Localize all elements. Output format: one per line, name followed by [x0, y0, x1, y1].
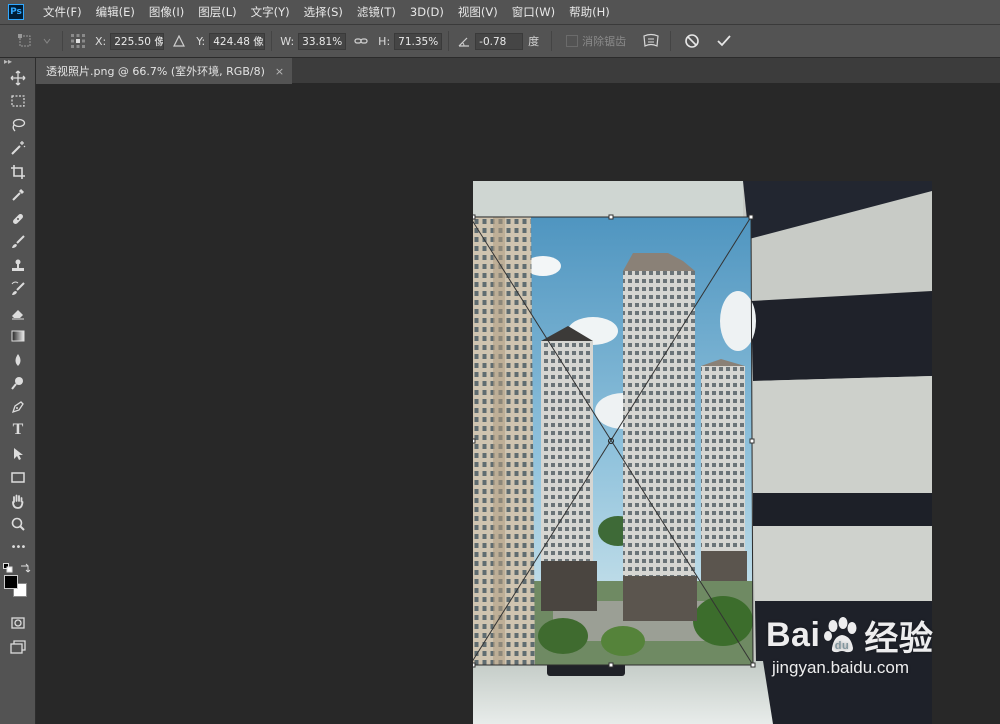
height-field[interactable]: 71.35% [394, 32, 443, 50]
w-label: W: [280, 34, 295, 48]
reference-point-icon[interactable] [69, 32, 87, 50]
transform-handle-top-right[interactable] [748, 214, 754, 220]
panel-collapse-icon[interactable]: ▸▸ [0, 58, 35, 66]
menu-select[interactable]: 选择(S) [297, 4, 350, 20]
menu-view[interactable]: 视图(V) [451, 4, 505, 20]
rectangle-tool-icon[interactable] [0, 466, 36, 490]
menu-image[interactable]: 图像(I) [142, 4, 191, 20]
color-swatches [0, 560, 35, 612]
lasso-tool-icon[interactable] [0, 113, 36, 137]
watermark-brand-left: Bai [766, 616, 821, 654]
angle-unit: 度 [528, 35, 540, 48]
width-field[interactable]: 33.81% [298, 32, 347, 50]
move-tool-icon[interactable] [0, 66, 36, 90]
transform-handle-top[interactable] [608, 214, 614, 220]
cancel-transform-icon[interactable] [683, 32, 701, 50]
quick-mask-icon[interactable] [0, 612, 36, 636]
menu-filter[interactable]: 滤镜(T) [350, 4, 403, 20]
pen-tool-icon[interactable] [0, 395, 36, 419]
gradient-tool-icon[interactable] [0, 325, 36, 349]
menu-edit[interactable]: 编辑(E) [89, 4, 142, 20]
transform-handle-bottom-left[interactable] [473, 662, 476, 668]
screen-mode-icon[interactable] [0, 635, 36, 659]
anti-alias-label: 消除锯齿 [582, 35, 627, 48]
commit-transform-icon[interactable] [715, 32, 733, 50]
photoshop-logo: Ps [8, 4, 24, 20]
svg-text:du: du [835, 640, 849, 652]
document-tab-bar: 透视照片.png @ 66.7% (室外环境, RGB/8) × [36, 58, 1000, 84]
transform-handle-top-left[interactable] [473, 214, 476, 220]
document-tab[interactable]: 透视照片.png @ 66.7% (室外环境, RGB/8) × [36, 58, 293, 84]
menu-layer[interactable]: 图层(L) [191, 4, 243, 20]
separator [670, 31, 672, 51]
eyedropper-tool-icon[interactable] [0, 184, 36, 208]
brush-tool-icon[interactable] [0, 231, 36, 255]
rotate-angle-field[interactable]: -0.78 [475, 32, 524, 50]
y-label: Y: [196, 34, 206, 48]
transform-handle-bottom[interactable] [608, 662, 614, 668]
transform-handle-left[interactable] [473, 438, 476, 444]
baidu-jingyan-watermark: Bai du 经验 jingyan.baidu.com [766, 611, 933, 678]
transform-handle-right[interactable] [749, 438, 755, 444]
swap-colors-icon[interactable] [19, 562, 31, 574]
paw-icon: du [824, 616, 857, 652]
menu-help[interactable]: 帮助(H) [562, 4, 617, 20]
relative-position-icon[interactable] [170, 32, 188, 50]
y-position-field[interactable]: 424.48 像素 [209, 32, 266, 50]
tools-panel: ▸▸ T ••• [0, 58, 36, 724]
separator [551, 31, 553, 51]
path-selection-tool-icon[interactable] [0, 442, 36, 466]
marquee-tool-icon[interactable] [0, 90, 36, 114]
hand-tool-icon[interactable] [0, 489, 36, 513]
menu-type[interactable]: 文字(Y) [244, 4, 297, 20]
link-icon[interactable] [352, 32, 370, 50]
x-label: X: [95, 34, 107, 48]
h-label: H: [378, 34, 391, 48]
menu-bar: Ps 文件(F) 编辑(E) 图像(I) 图层(L) 文字(Y) 选择(S) 滤… [0, 0, 1000, 24]
transform-handle-bottom-right[interactable] [750, 662, 756, 668]
warp-mode-icon[interactable] [642, 32, 660, 50]
separator [448, 31, 450, 51]
zoom-tool-icon[interactable] [0, 513, 36, 537]
canvas-area[interactable]: Bai du 经验 jingyan.baidu.com [36, 84, 1000, 724]
transform-tool-icon[interactable] [16, 32, 34, 50]
options-bar: X: 225.50 像素 Y: 424.48 像素 W: 33.81% H: 7… [0, 24, 1000, 58]
blur-tool-icon[interactable] [0, 348, 36, 372]
magic-wand-tool-icon[interactable] [0, 137, 36, 161]
history-brush-tool-icon[interactable] [0, 278, 36, 302]
menu-window[interactable]: 窗口(W) [505, 4, 562, 20]
type-tool-icon[interactable]: T [0, 419, 36, 443]
more-tools-icon[interactable]: ••• [0, 536, 36, 560]
crop-tool-icon[interactable] [0, 160, 36, 184]
foreground-color-swatch[interactable] [4, 574, 18, 589]
anti-alias-checkbox[interactable] [566, 35, 579, 47]
clone-stamp-tool-icon[interactable] [0, 254, 36, 278]
separator [271, 31, 273, 51]
default-colors-icon[interactable] [3, 562, 13, 573]
separator [62, 31, 63, 51]
watermark-brand-right: 经验 [864, 620, 934, 658]
rotate-angle-icon [455, 32, 473, 50]
close-tab-icon[interactable]: × [275, 65, 284, 78]
menu-file[interactable]: 文件(F) [36, 4, 89, 20]
eraser-tool-icon[interactable] [0, 301, 36, 325]
menu-3d[interactable]: 3D(D) [403, 5, 451, 19]
dodge-tool-icon[interactable] [0, 372, 36, 396]
tool-preset-chevron-icon[interactable] [38, 32, 56, 50]
transform-reference-point[interactable] [608, 438, 614, 444]
healing-brush-tool-icon[interactable] [0, 207, 36, 231]
watermark-url: jingyan.baidu.com [772, 658, 910, 677]
x-position-field[interactable]: 225.50 像素 [110, 32, 165, 50]
document-title: 透视照片.png @ 66.7% (室外环境, RGB/8) [46, 65, 265, 78]
